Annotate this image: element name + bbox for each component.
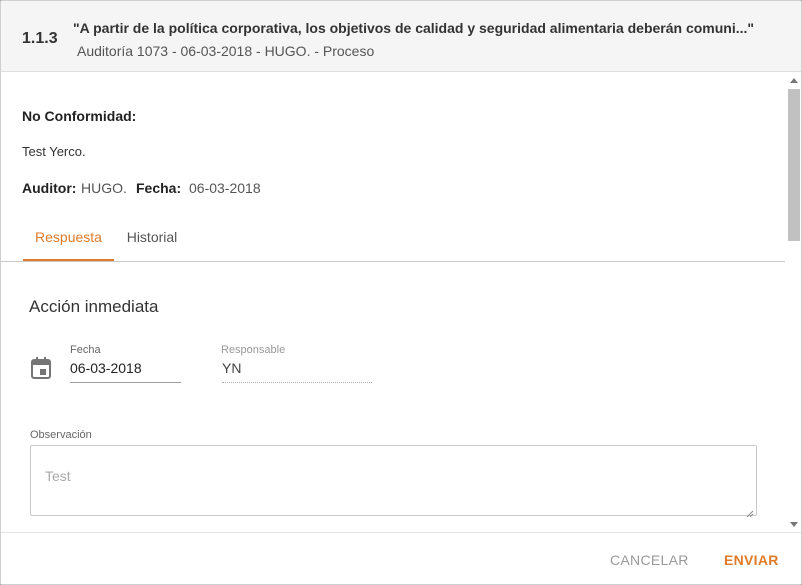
tab-historial[interactable]: Historial bbox=[119, 221, 185, 261]
observacion-placeholder: Test bbox=[45, 468, 71, 484]
auditor-value: HUGO. bbox=[81, 180, 127, 196]
scroll-up-icon[interactable] bbox=[790, 78, 798, 83]
response-dialog: 1.1.3 "A partir de la política corporati… bbox=[0, 0, 802, 585]
responsable-underline bbox=[222, 382, 372, 383]
send-button[interactable]: ENVIAR bbox=[724, 552, 779, 568]
section-title: Acción inmediata bbox=[29, 297, 159, 316]
audit-subtitle: Auditoría 1073 - 06-03-2018 - HUGO. - Pr… bbox=[77, 43, 375, 59]
scroll-down-icon[interactable] bbox=[790, 522, 798, 527]
fecha-underline bbox=[70, 382, 181, 383]
item-code: 1.1.3 bbox=[22, 30, 58, 47]
item-title: "A partir de la política corporativa, lo… bbox=[73, 20, 755, 36]
observacion-label: Observación bbox=[30, 429, 92, 441]
resize-handle-icon[interactable] bbox=[746, 505, 754, 518]
tab-respuesta[interactable]: Respuesta bbox=[23, 221, 114, 261]
dialog-footer: CANCELAR ENVIAR bbox=[1, 532, 801, 584]
observacion-textarea[interactable]: Test bbox=[30, 445, 757, 518]
nonconformity-label: No Conformidad: bbox=[22, 108, 137, 124]
responsable-field: YN bbox=[222, 360, 242, 376]
calendar-icon[interactable] bbox=[31, 357, 51, 379]
date-value: 06-03-2018 bbox=[189, 180, 261, 196]
fecha-label: Fecha bbox=[70, 344, 101, 356]
scroll-thumb[interactable] bbox=[788, 89, 800, 241]
nonconformity-text: Test Yerco. bbox=[22, 144, 86, 159]
auditor-label: Auditor: bbox=[22, 180, 77, 196]
tab-bar: Respuesta Historial bbox=[1, 221, 785, 262]
dialog-content: No Conformidad: Test Yerco. Auditor: HUG… bbox=[1, 73, 785, 532]
cancel-button[interactable]: CANCELAR bbox=[610, 552, 689, 568]
dialog-header: 1.1.3 "A partir de la política corporati… bbox=[1, 1, 801, 72]
responsable-label: Responsable bbox=[221, 344, 286, 356]
vertical-scrollbar[interactable] bbox=[785, 73, 801, 532]
fecha-input[interactable]: 06-03-2018 bbox=[70, 360, 142, 376]
date-label: Fecha: bbox=[136, 180, 182, 196]
